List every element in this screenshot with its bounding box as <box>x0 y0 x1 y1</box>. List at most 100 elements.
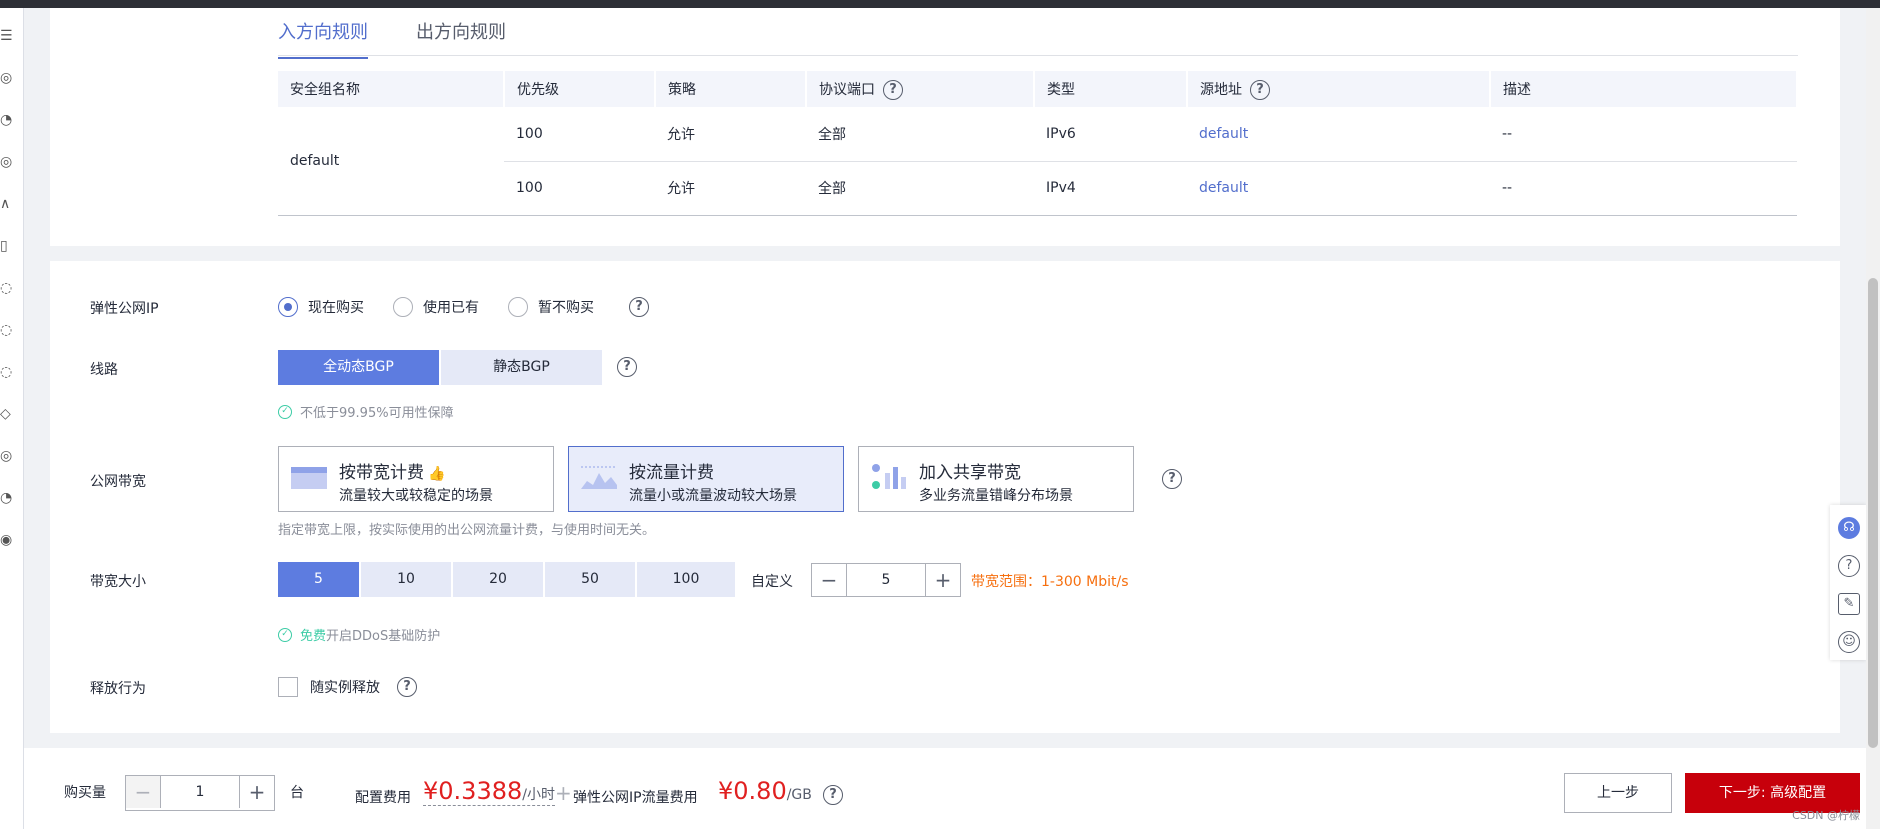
bw-size-label: 带宽大小 <box>90 574 146 590</box>
feedback-icon[interactable]: ✎ <box>1838 593 1860 615</box>
quantity-value[interactable]: 1 <box>160 776 240 808</box>
service-icon-11[interactable]: ◔ <box>0 488 14 508</box>
plus-sign: + <box>555 781 572 805</box>
bw-size-option-50[interactable]: 50 <box>545 562 635 597</box>
source-link[interactable]: default <box>1199 126 1248 142</box>
tab-inbound-rules[interactable]: 入方向规则 <box>278 18 368 59</box>
eip-option-buy-now[interactable]: 现在购买 <box>278 297 364 317</box>
quantity-label: 购买量 <box>64 785 106 801</box>
service-icon-2[interactable]: ◔ <box>0 110 14 130</box>
port-cell: 全部 <box>806 161 1034 216</box>
eip-fee-value: ¥0.80 <box>718 777 787 805</box>
service-icon-8[interactable]: ◌ <box>0 362 14 382</box>
source-link[interactable]: default <box>1199 180 1248 196</box>
config-fee-value: ¥0.3388 <box>423 777 523 805</box>
scrollbar-thumb[interactable] <box>1868 278 1878 748</box>
help-icon[interactable]: ? <box>823 785 843 805</box>
help-icon[interactable]: ? <box>617 357 637 377</box>
line-label: 线路 <box>90 362 118 378</box>
col-type: 类型 <box>1034 71 1188 107</box>
service-icon-6[interactable]: ◌ <box>0 278 14 298</box>
source-cell: default <box>1187 107 1490 162</box>
quantity-stepper[interactable]: − 1 + <box>125 775 275 811</box>
bandwidth-note: 指定带宽上限，按实际使用的出公网流量计费，与使用时间无关。 <box>278 523 656 538</box>
release-with-instance-checkbox[interactable]: 随实例释放 <box>278 677 380 697</box>
bandwidth-label: 公网带宽 <box>90 474 146 490</box>
card-title: 按流量计费 <box>629 463 714 483</box>
bw-size-option-5[interactable]: 5 <box>278 562 359 597</box>
headset-icon[interactable]: ☊ <box>1838 517 1860 539</box>
eip-option-use-existing[interactable]: 使用已有 <box>393 297 479 317</box>
help-icon[interactable]: ? <box>1838 555 1860 577</box>
desc-cell: -- <box>1490 161 1797 216</box>
release-label: 释放行为 <box>90 681 146 697</box>
check-circle-icon: ✓ <box>278 404 292 419</box>
service-icon-12[interactable]: ◉ <box>0 530 14 550</box>
help-icon[interactable]: ? <box>397 677 417 697</box>
service-icon-10[interactable]: ◎ <box>0 446 14 466</box>
eip-fee-label: 弹性公网IP流量费用 <box>573 790 698 806</box>
eip-option-not-now[interactable]: 暂不购买 <box>508 297 594 317</box>
priority-cell: 100 <box>504 107 655 162</box>
page-scrollbar[interactable] <box>1866 8 1880 829</box>
col-group-name: 安全组名称 <box>278 71 505 107</box>
menu-icon[interactable]: ☰ <box>0 26 14 46</box>
col-port-label: 协议端口 <box>819 81 875 98</box>
bw-size-option-20[interactable]: 20 <box>453 562 543 597</box>
table-header-row: 安全组名称 优先级 策略 协议端口? 类型 源地址? 描述 <box>278 71 1798 107</box>
config-fee[interactable]: ¥0.3388/小时 <box>423 777 555 806</box>
card-desc: 流量较大或较稳定的场景 <box>339 488 493 504</box>
increment-button[interactable]: + <box>240 776 274 808</box>
eip-fee-unit: /GB <box>786 787 812 803</box>
help-icon[interactable]: ? <box>629 297 649 317</box>
desc-cell: -- <box>1490 107 1797 162</box>
eip-label: 弹性公网IP <box>90 301 159 317</box>
service-icon-5[interactable]: ▯ <box>0 236 14 256</box>
source-cell: default <box>1187 161 1490 216</box>
previous-step-button[interactable]: 上一步 <box>1564 773 1672 813</box>
radio-label: 使用已有 <box>423 300 479 316</box>
table-row: default 100 允许 全部 IPv6 default -- <box>278 107 1797 216</box>
thumb-up-icon: 👍 <box>428 466 446 482</box>
radio-dot <box>508 297 528 317</box>
service-icon-1[interactable]: ◎ <box>0 68 14 88</box>
col-source: 源地址? <box>1187 71 1491 107</box>
group-name-cell: default <box>278 107 504 216</box>
top-bar <box>0 0 1880 8</box>
priority-cell: 100 <box>504 161 655 216</box>
policy-cell: 允许 <box>655 161 806 216</box>
service-icon-4[interactable]: ∧ <box>0 194 14 214</box>
billing-by-traffic-card[interactable]: 按流量计费 流量小或流量波动较大场景 <box>568 446 844 512</box>
decrement-button[interactable]: − <box>812 564 846 596</box>
service-icon-7[interactable]: ◌ <box>0 320 14 340</box>
col-priority: 优先级 <box>504 71 656 107</box>
check-circle-icon: ✓ <box>278 627 292 642</box>
bandwidth-stepper[interactable]: − 5 + <box>811 563 961 597</box>
help-icon[interactable]: ? <box>1250 79 1270 100</box>
help-icon[interactable]: ? <box>883 79 903 100</box>
help-icon[interactable]: ? <box>1162 469 1182 489</box>
quantity-unit: 台 <box>290 785 304 801</box>
smiley-icon[interactable]: ☺ <box>1838 631 1860 653</box>
line-option-dynamic-bgp[interactable]: 全动态BGP <box>278 350 439 385</box>
radio-dot <box>278 297 298 317</box>
custom-label: 自定义 <box>751 574 793 590</box>
tab-outbound-rules[interactable]: 出方向规则 <box>416 18 506 44</box>
bandwidth-chart-icon <box>291 467 327 489</box>
line-option-static-bgp[interactable]: 静态BGP <box>441 350 602 385</box>
policy-cell: 允许 <box>655 107 806 162</box>
bandwidth-value[interactable]: 5 <box>846 564 926 596</box>
service-icon-3[interactable]: ◎ <box>0 152 14 172</box>
shared-bandwidth-card[interactable]: 加入共享带宽 多业务流量错峰分布场景 <box>858 446 1134 512</box>
increment-button[interactable]: + <box>926 564 960 596</box>
bw-size-option-100[interactable]: 100 <box>637 562 735 597</box>
billing-by-bandwidth-card[interactable]: 按带宽计费 👍 流量较大或较稳定的场景 <box>278 446 554 512</box>
bw-size-option-10[interactable]: 10 <box>361 562 451 597</box>
service-icon-9[interactable]: ◇ <box>0 404 14 424</box>
radio-dot <box>393 297 413 317</box>
rule-tabs: 入方向规则 出方向规则 <box>278 8 1798 59</box>
left-rail: ☰ ◎ ◔ ◎ ∧ ▯ ◌ ◌ ◌ ◇ ◎ ◔ ◉ <box>0 8 24 829</box>
card-desc: 多业务流量错峰分布场景 <box>919 488 1073 504</box>
col-source-label: 源地址 <box>1200 81 1242 98</box>
decrement-button[interactable]: − <box>126 776 160 808</box>
